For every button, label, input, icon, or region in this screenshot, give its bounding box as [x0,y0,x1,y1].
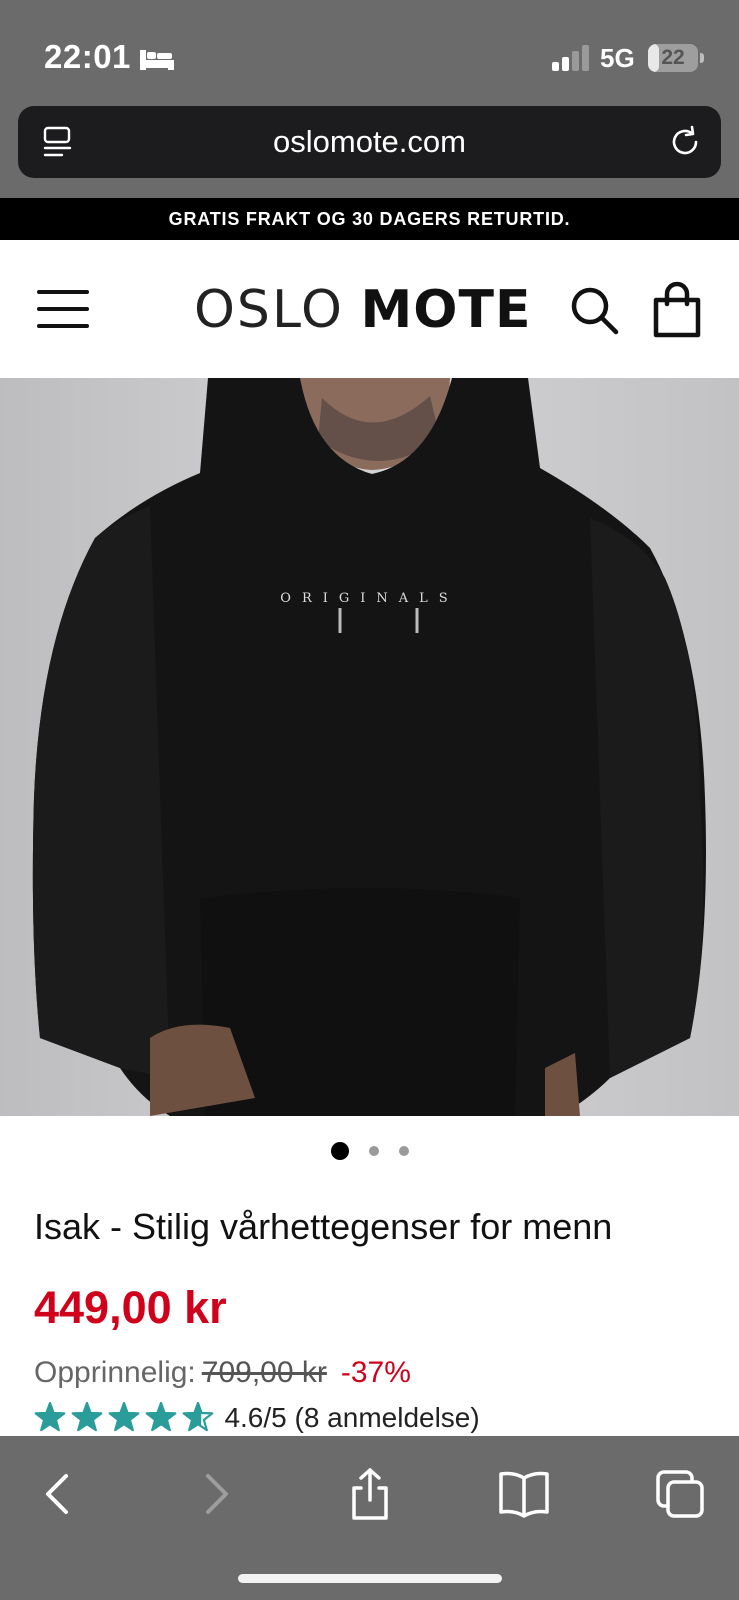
image-carousel-dots[interactable] [0,1142,739,1166]
cellular-signal-icon [552,45,589,71]
address-bar[interactable]: oslomote.com [18,106,721,178]
browser-chrome-top: oslomote.com [0,100,739,198]
url-text[interactable]: oslomote.com [98,106,641,178]
product-title: Isak - Stilig vårhettegenser for menn [34,1206,613,1247]
status-time: 22:01 [44,38,131,75]
forward-icon[interactable] [188,1466,244,1522]
logo-bold-text: MOTE [360,280,532,340]
carousel-dot[interactable] [330,1142,349,1160]
product-rating[interactable]: 4.6/5 (8 anmeldelse) [34,1402,480,1436]
product-price: 449,00 kr [34,1282,227,1333]
rating-stars-icon [34,1402,214,1432]
browser-toolbar [0,1436,739,1600]
product-image[interactable]: ORIGINALS [0,378,739,1116]
site-logo[interactable]: OSLO MOTE [194,276,532,340]
star-fill-icon [109,1403,139,1431]
network-type: 5G [600,43,635,73]
share-icon[interactable] [342,1466,398,1522]
page-menu-icon[interactable] [40,124,76,160]
bookmarks-icon[interactable] [496,1466,552,1522]
star-fill-icon [72,1403,102,1431]
star-fill-icon [146,1403,176,1431]
back-icon[interactable] [30,1466,86,1522]
status-bar: 22:01 5G 22 [0,0,739,100]
site-header: OSLO MOTE [0,240,739,378]
battery-icon: 22 [648,44,704,72]
hamburger-menu-icon[interactable] [36,282,90,336]
shopping-bag-icon[interactable] [650,280,704,338]
star-fill-icon [35,1403,65,1431]
battery-percent: 22 [661,46,685,69]
hoodie-photo [0,378,739,1116]
discount-badge: -37% [340,1356,411,1389]
reload-icon[interactable] [667,124,703,160]
carousel-dot[interactable] [398,1146,409,1156]
original-price: 709,00 kr [201,1356,327,1389]
hoodie-print-text: ORIGINALS [280,591,459,606]
home-indicator [238,1574,502,1583]
tabs-icon[interactable] [652,1466,708,1522]
original-price-row: Opprinnelig: 709,00 kr -37% [34,1356,411,1390]
carousel-dot[interactable] [368,1146,379,1156]
original-price-label: Opprinnelig: [34,1356,196,1389]
rating-text: 4.6/5 (8 anmeldelse) [224,1402,480,1433]
search-icon[interactable] [568,284,620,336]
sleep-focus-icon [140,50,174,70]
logo-light-text: OSLO [194,280,344,340]
promo-banner: GRATIS FRAKT OG 30 DAGERS RETURTID. [0,198,739,240]
